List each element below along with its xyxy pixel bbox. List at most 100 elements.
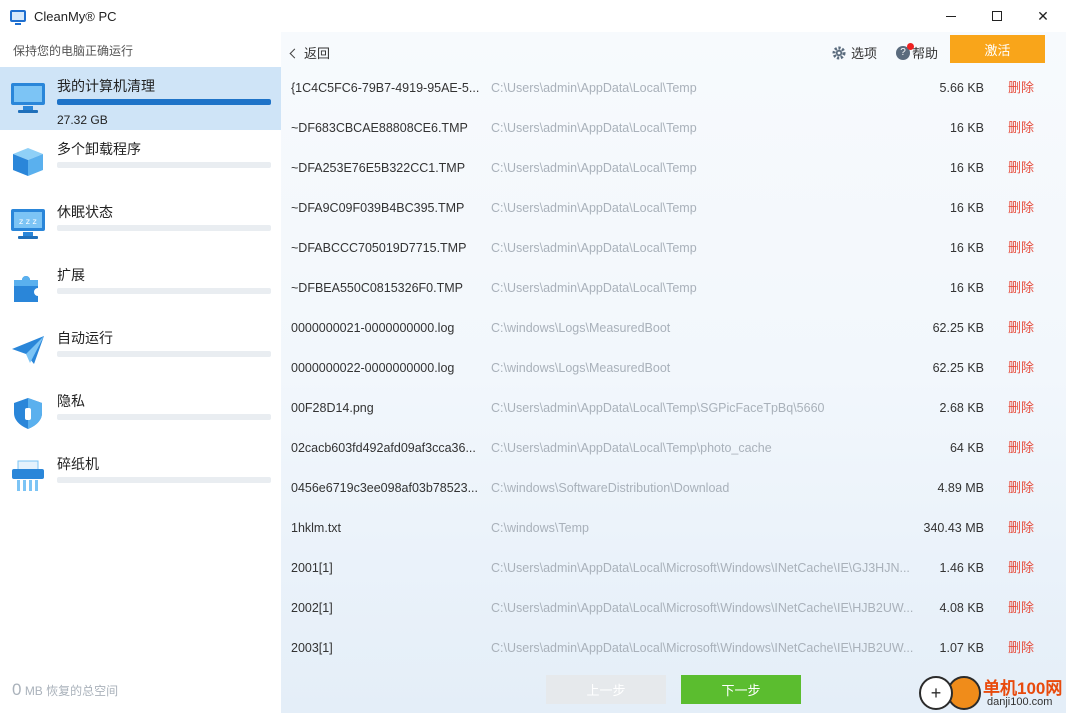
- delete-button[interactable]: 删除: [1008, 397, 1034, 416]
- file-path: C:\Users\admin\AppData\Local\Microsoft\W…: [491, 601, 914, 615]
- file-list: {1C4C5FC6-79B7-4919-95AE-5... C:\Users\ad…: [281, 69, 1066, 669]
- file-size: 5.66 KB: [939, 81, 984, 95]
- file-size: 1.46 KB: [939, 561, 984, 575]
- sidebar-subtitle: 保持您的电脑正确运行: [13, 44, 134, 58]
- help-icon: ?: [896, 42, 914, 60]
- file-name: ~DFA253E76E5B322CC1.TMP: [291, 161, 466, 175]
- table-row: ~DF683CBCAE88808CE6.TMP C:\Users\admin\Ap…: [281, 109, 1066, 149]
- delete-button[interactable]: 删除: [1008, 597, 1034, 616]
- file-path: C:\Users\admin\AppData\Local\Temp: [491, 201, 697, 215]
- back-button[interactable]: 返回: [289, 43, 331, 62]
- sidebar: 保持您的电脑正确运行 我的计算机清理 27.32 GB 多个卸载程序 z z z…: [0, 32, 281, 713]
- options-button[interactable]: 选项: [832, 43, 877, 62]
- file-path: C:\Users\admin\AppData\Local\Microsoft\W…: [491, 641, 914, 655]
- sidebar-item-label: 碎纸机: [57, 456, 99, 472]
- delete-button[interactable]: 删除: [1008, 117, 1034, 136]
- file-path: C:\windows\Logs\MeasuredBoot: [491, 321, 671, 335]
- sidebar-item-shredder[interactable]: 碎纸机: [0, 445, 281, 508]
- options-label: 选项: [851, 46, 878, 61]
- sidebar-item-uninstaller[interactable]: 多个卸载程序: [0, 130, 281, 193]
- file-size: 2.68 KB: [939, 401, 984, 415]
- file-name: 2001[1]: [291, 561, 333, 575]
- box-icon: [13, 148, 43, 176]
- sidebar-item-label: 多个卸载程序: [57, 141, 141, 157]
- activate-button[interactable]: 激活: [950, 35, 1045, 63]
- gear-icon: [832, 46, 846, 59]
- sidebar-item-label: 自动运行: [57, 330, 113, 346]
- table-row: ~DFA253E76E5B322CC1.TMP C:\Users\admin\Ap…: [281, 149, 1066, 189]
- table-row: 2002[1] C:\Users\admin\AppData\Local\Micr…: [281, 589, 1066, 629]
- delete-button[interactable]: 删除: [1008, 77, 1034, 96]
- previous-button[interactable]: 上一步: [546, 675, 666, 704]
- file-name: 0000000021-0000000000.log: [291, 321, 455, 335]
- sidebar-item-extensions[interactable]: 扩展: [0, 256, 281, 319]
- table-row: ~DFABCCC705019D7715.TMP C:\Users\admin\Ap…: [281, 229, 1066, 269]
- sidebar-item-label: 休眠状态: [57, 204, 113, 220]
- file-path: C:\Users\admin\AppData\Local\Temp: [491, 161, 697, 175]
- file-path: C:\windows\SoftwareDistribution\Download: [491, 481, 730, 495]
- delete-button[interactable]: 删除: [1008, 317, 1034, 336]
- file-name: ~DFABCCC705019D7715.TMP: [291, 241, 467, 255]
- table-row: 0456e6719c3ee098af03b78523... C:\windows\…: [281, 469, 1066, 509]
- close-button[interactable]: ✕: [1020, 0, 1066, 32]
- file-path: C:\windows\Logs\MeasuredBoot: [491, 361, 671, 375]
- file-path: C:\Users\admin\AppData\Local\Temp\photo_…: [491, 441, 772, 455]
- shield-icon: [14, 398, 42, 429]
- sidebar-item-computer-cleanup[interactable]: 我的计算机清理 27.32 GB: [0, 67, 281, 130]
- svg-text:z z z: z z z: [19, 217, 37, 226]
- file-name: {1C4C5FC6-79B7-4919-95AE-5...: [291, 81, 480, 95]
- table-row: 0000000022-0000000000.log C:\windows\Logs…: [281, 349, 1066, 389]
- file-size: 340.43 MB: [923, 521, 984, 535]
- delete-button[interactable]: 删除: [1008, 197, 1034, 216]
- sidebar-item-label: 我的计算机清理: [57, 78, 155, 94]
- file-path: C:\Users\admin\AppData\Local\Temp: [491, 121, 697, 135]
- progress-bar: [57, 351, 271, 357]
- sidebar-item-size: 27.32 GB: [57, 113, 108, 127]
- table-row: 1hklm.txt C:\windows\Temp 340.43 MB 删除: [281, 509, 1066, 549]
- file-path: C:\Users\admin\AppData\Local\Temp: [491, 281, 697, 295]
- table-row: 02cacb603fd492afd09af3cca36... C:\Users\a…: [281, 429, 1066, 469]
- close-icon: ✕: [1037, 7, 1049, 24]
- file-name: 02cacb603fd492afd09af3cca36...: [291, 441, 476, 455]
- file-name: ~DF683CBCAE88808CE6.TMP: [291, 121, 468, 135]
- progress-bar: [57, 477, 271, 483]
- sidebar-item-privacy[interactable]: 隐私: [0, 382, 281, 445]
- next-button[interactable]: 下一步: [681, 675, 801, 704]
- file-path: C:\Users\admin\AppData\Local\Temp\SGPicF…: [491, 401, 825, 415]
- title-bar: CleanMy® PC ✕: [0, 0, 1066, 32]
- delete-button[interactable]: 删除: [1008, 517, 1034, 536]
- file-path: C:\windows\Temp: [491, 521, 589, 535]
- file-size: 4.08 KB: [939, 601, 984, 615]
- progress-bar: [57, 162, 271, 168]
- file-size: 16 KB: [949, 161, 984, 175]
- file-name: 0000000022-0000000000.log: [291, 361, 455, 375]
- file-name: 1hklm.txt: [291, 521, 342, 535]
- file-name: 2002[1]: [291, 601, 333, 615]
- delete-button[interactable]: 删除: [1008, 477, 1034, 496]
- back-label: 返回: [304, 46, 331, 61]
- minimize-button[interactable]: [928, 0, 974, 32]
- delete-button[interactable]: 删除: [1008, 557, 1034, 576]
- progress-bar: [57, 414, 271, 420]
- recovered-label: MB 恢复的总空间: [24, 684, 119, 698]
- maximize-button[interactable]: [974, 0, 1020, 32]
- file-size: 62.25 KB: [932, 321, 984, 335]
- minimize-icon: [946, 15, 956, 17]
- chevron-left-icon: [289, 48, 300, 59]
- delete-button[interactable]: 删除: [1008, 357, 1034, 376]
- sidebar-item-label: 扩展: [57, 267, 85, 283]
- delete-button[interactable]: 删除: [1008, 277, 1034, 296]
- sidebar-item-autorun[interactable]: 自动运行: [0, 319, 281, 382]
- delete-button[interactable]: 删除: [1008, 637, 1034, 656]
- table-row: {1C4C5FC6-79B7-4919-95AE-5... C:\Users\ad…: [281, 69, 1066, 109]
- file-size: 16 KB: [949, 201, 984, 215]
- table-row: 2001[1] C:\Users\admin\AppData\Local\Micr…: [281, 549, 1066, 589]
- progress-bar: [57, 99, 271, 105]
- delete-button[interactable]: 删除: [1008, 237, 1034, 256]
- help-button[interactable]: ? 帮助: [896, 42, 938, 62]
- sidebar-item-hibernate[interactable]: z z z 休眠状态: [0, 193, 281, 256]
- delete-button[interactable]: 删除: [1008, 157, 1034, 176]
- table-row: ~DFA9C09F039B4BC395.TMP C:\Users\admin\Ap…: [281, 189, 1066, 229]
- table-row: 00F28D14.png C:\Users\admin\AppData\Local…: [281, 389, 1066, 429]
- delete-button[interactable]: 删除: [1008, 437, 1034, 456]
